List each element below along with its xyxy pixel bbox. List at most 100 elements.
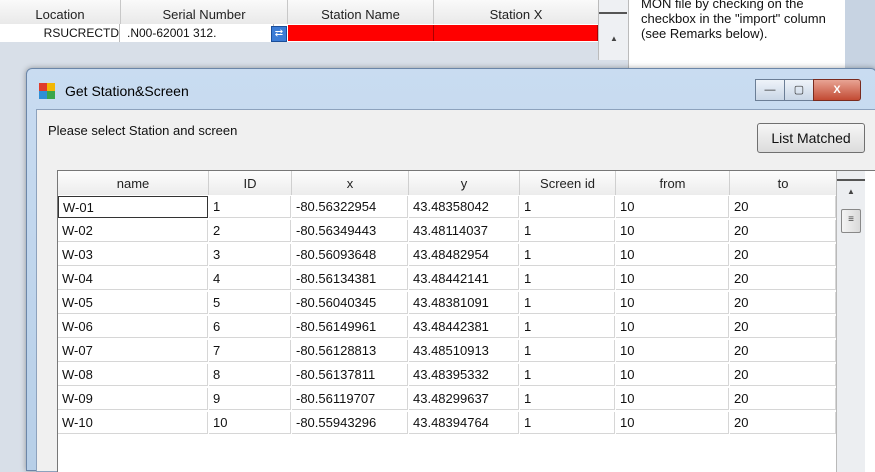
table-row[interactable]: W-01 1 -80.56322954 43.48358042 1 10 20 — [58, 196, 838, 220]
table-row[interactable]: W-03 3 -80.56093648 43.48482954 1 10 20 — [58, 244, 838, 268]
cell-to[interactable]: 20 — [730, 364, 836, 386]
cell-screen-id[interactable]: 1 — [520, 268, 615, 290]
cell-to[interactable]: 20 — [730, 388, 836, 410]
bg-header-station-x[interactable]: Station X — [434, 0, 599, 24]
scroll-thumb[interactable]: ≡ — [841, 209, 861, 233]
cell-to[interactable]: 20 — [730, 268, 836, 290]
cell-to[interactable]: 20 — [730, 292, 836, 314]
cell-to[interactable]: 20 — [730, 220, 836, 242]
table-row[interactable]: W-04 4 -80.56134381 43.48442141 1 10 20 — [58, 268, 838, 292]
cell-x[interactable]: -80.56093648 — [292, 244, 408, 266]
column-header-x[interactable]: x — [292, 171, 409, 195]
cell-y[interactable]: 43.48394764 — [409, 412, 519, 434]
bg-header-location[interactable]: Location — [0, 0, 121, 24]
cell-screen-id[interactable]: 1 — [520, 316, 615, 338]
cell-screen-id[interactable]: 1 — [520, 220, 615, 242]
cell-name[interactable]: W-07 — [58, 340, 208, 362]
cell-name[interactable]: W-10 — [58, 412, 208, 434]
cell-x[interactable]: -80.55943296 — [292, 412, 408, 434]
cell-name[interactable]: W-08 — [58, 364, 208, 386]
cell-screen-id[interactable]: 1 — [520, 292, 615, 314]
cell-from[interactable]: 10 — [616, 244, 729, 266]
cell-y[interactable]: 43.48114037 — [409, 220, 519, 242]
table-row[interactable]: W-09 9 -80.56119707 43.48299637 1 10 20 — [58, 388, 838, 412]
cell-name[interactable]: W-03 — [58, 244, 208, 266]
table-scrollbar[interactable]: ▲ ≡ — [836, 171, 865, 472]
cell-y[interactable]: 43.48442141 — [409, 268, 519, 290]
table-row[interactable]: W-07 7 -80.56128813 43.48510913 1 10 20 — [58, 340, 838, 364]
cell-from[interactable]: 10 — [616, 196, 729, 218]
cell-from[interactable]: 10 — [616, 268, 729, 290]
table-row[interactable]: W-08 8 -80.56137811 43.48395332 1 10 20 — [58, 364, 838, 388]
bg-cell-station-name[interactable] — [288, 25, 434, 41]
cell-screen-id[interactable]: 1 — [520, 244, 615, 266]
close-icon[interactable]: X — [813, 79, 861, 101]
cell-from[interactable]: 10 — [616, 220, 729, 242]
bg-cell-serial[interactable]: .N00-62001 312. — [121, 24, 274, 42]
cell-id[interactable]: 8 — [209, 364, 291, 386]
cell-from[interactable]: 10 — [616, 388, 729, 410]
cell-x[interactable]: -80.56322954 — [292, 196, 408, 218]
cell-name[interactable]: W-06 — [58, 316, 208, 338]
cell-name[interactable]: W-09 — [58, 388, 208, 410]
bg-cell-location[interactable]: RSUCRECTD — [0, 24, 120, 42]
cell-id[interactable]: 4 — [209, 268, 291, 290]
table-row[interactable]: W-10 10 -80.55943296 43.48394764 1 10 20 — [58, 412, 838, 436]
cell-name[interactable]: W-04 — [58, 268, 208, 290]
bg-header-station-name[interactable]: Station Name — [288, 0, 434, 24]
cell-id[interactable]: 1 — [209, 196, 291, 218]
bg-scrollbar[interactable]: ▲ — [598, 0, 629, 60]
cell-x[interactable]: -80.56149961 — [292, 316, 408, 338]
cell-id[interactable]: 7 — [209, 340, 291, 362]
cell-screen-id[interactable]: 1 — [520, 340, 615, 362]
cell-from[interactable]: 10 — [616, 364, 729, 386]
cell-id[interactable]: 3 — [209, 244, 291, 266]
cell-to[interactable]: 20 — [730, 340, 836, 362]
column-header-name[interactable]: name — [58, 171, 209, 195]
cell-to[interactable]: 20 — [730, 412, 836, 434]
cell-x[interactable]: -80.56137811 — [292, 364, 408, 386]
cell-y[interactable]: 43.48482954 — [409, 244, 519, 266]
cell-id[interactable]: 6 — [209, 316, 291, 338]
list-matched-button[interactable]: List Matched — [757, 123, 865, 153]
cell-from[interactable]: 10 — [616, 340, 729, 362]
cell-x[interactable]: -80.56134381 — [292, 268, 408, 290]
cell-screen-id[interactable]: 1 — [520, 364, 615, 386]
cell-y[interactable]: 43.48381091 — [409, 292, 519, 314]
cell-x[interactable]: -80.56349443 — [292, 220, 408, 242]
scroll-up-icon[interactable]: ▲ — [610, 34, 618, 43]
table-row[interactable]: W-06 6 -80.56149961 43.48442381 1 10 20 — [58, 316, 838, 340]
cell-x[interactable]: -80.56040345 — [292, 292, 408, 314]
cell-from[interactable]: 10 — [616, 292, 729, 314]
table-row[interactable]: W-02 2 -80.56349443 43.48114037 1 10 20 — [58, 220, 838, 244]
table-row[interactable]: W-05 5 -80.56040345 43.48381091 1 10 20 — [58, 292, 838, 316]
cell-screen-id[interactable]: 1 — [520, 412, 615, 434]
cell-name[interactable]: W-01 — [58, 196, 208, 218]
cell-to[interactable]: 20 — [730, 316, 836, 338]
column-header-to[interactable]: to — [730, 171, 837, 195]
cell-y[interactable]: 43.48510913 — [409, 340, 519, 362]
column-header-from[interactable]: from — [616, 171, 730, 195]
bg-cell-station-x[interactable] — [434, 25, 598, 41]
cell-x[interactable]: -80.56128813 — [292, 340, 408, 362]
column-header-y[interactable]: y — [409, 171, 520, 195]
cell-y[interactable]: 43.48299637 — [409, 388, 519, 410]
cell-y[interactable]: 43.48442381 — [409, 316, 519, 338]
cell-to[interactable]: 20 — [730, 196, 836, 218]
cell-y[interactable]: 43.48358042 — [409, 196, 519, 218]
cell-id[interactable]: 5 — [209, 292, 291, 314]
cell-name[interactable]: W-05 — [58, 292, 208, 314]
cell-id[interactable]: 2 — [209, 220, 291, 242]
cell-screen-id[interactable]: 1 — [520, 196, 615, 218]
bg-browse-button[interactable]: ⇄ — [271, 26, 287, 42]
minimize-icon[interactable]: — — [755, 79, 785, 101]
cell-from[interactable]: 10 — [616, 412, 729, 434]
cell-from[interactable]: 10 — [616, 316, 729, 338]
cell-to[interactable]: 20 — [730, 244, 836, 266]
cell-id[interactable]: 9 — [209, 388, 291, 410]
cell-id[interactable]: 10 — [209, 412, 291, 434]
column-header-screen-id[interactable]: Screen id — [520, 171, 616, 195]
maximize-icon[interactable]: ▢ — [784, 79, 814, 101]
column-header-id[interactable]: ID — [209, 171, 292, 195]
cell-x[interactable]: -80.56119707 — [292, 388, 408, 410]
